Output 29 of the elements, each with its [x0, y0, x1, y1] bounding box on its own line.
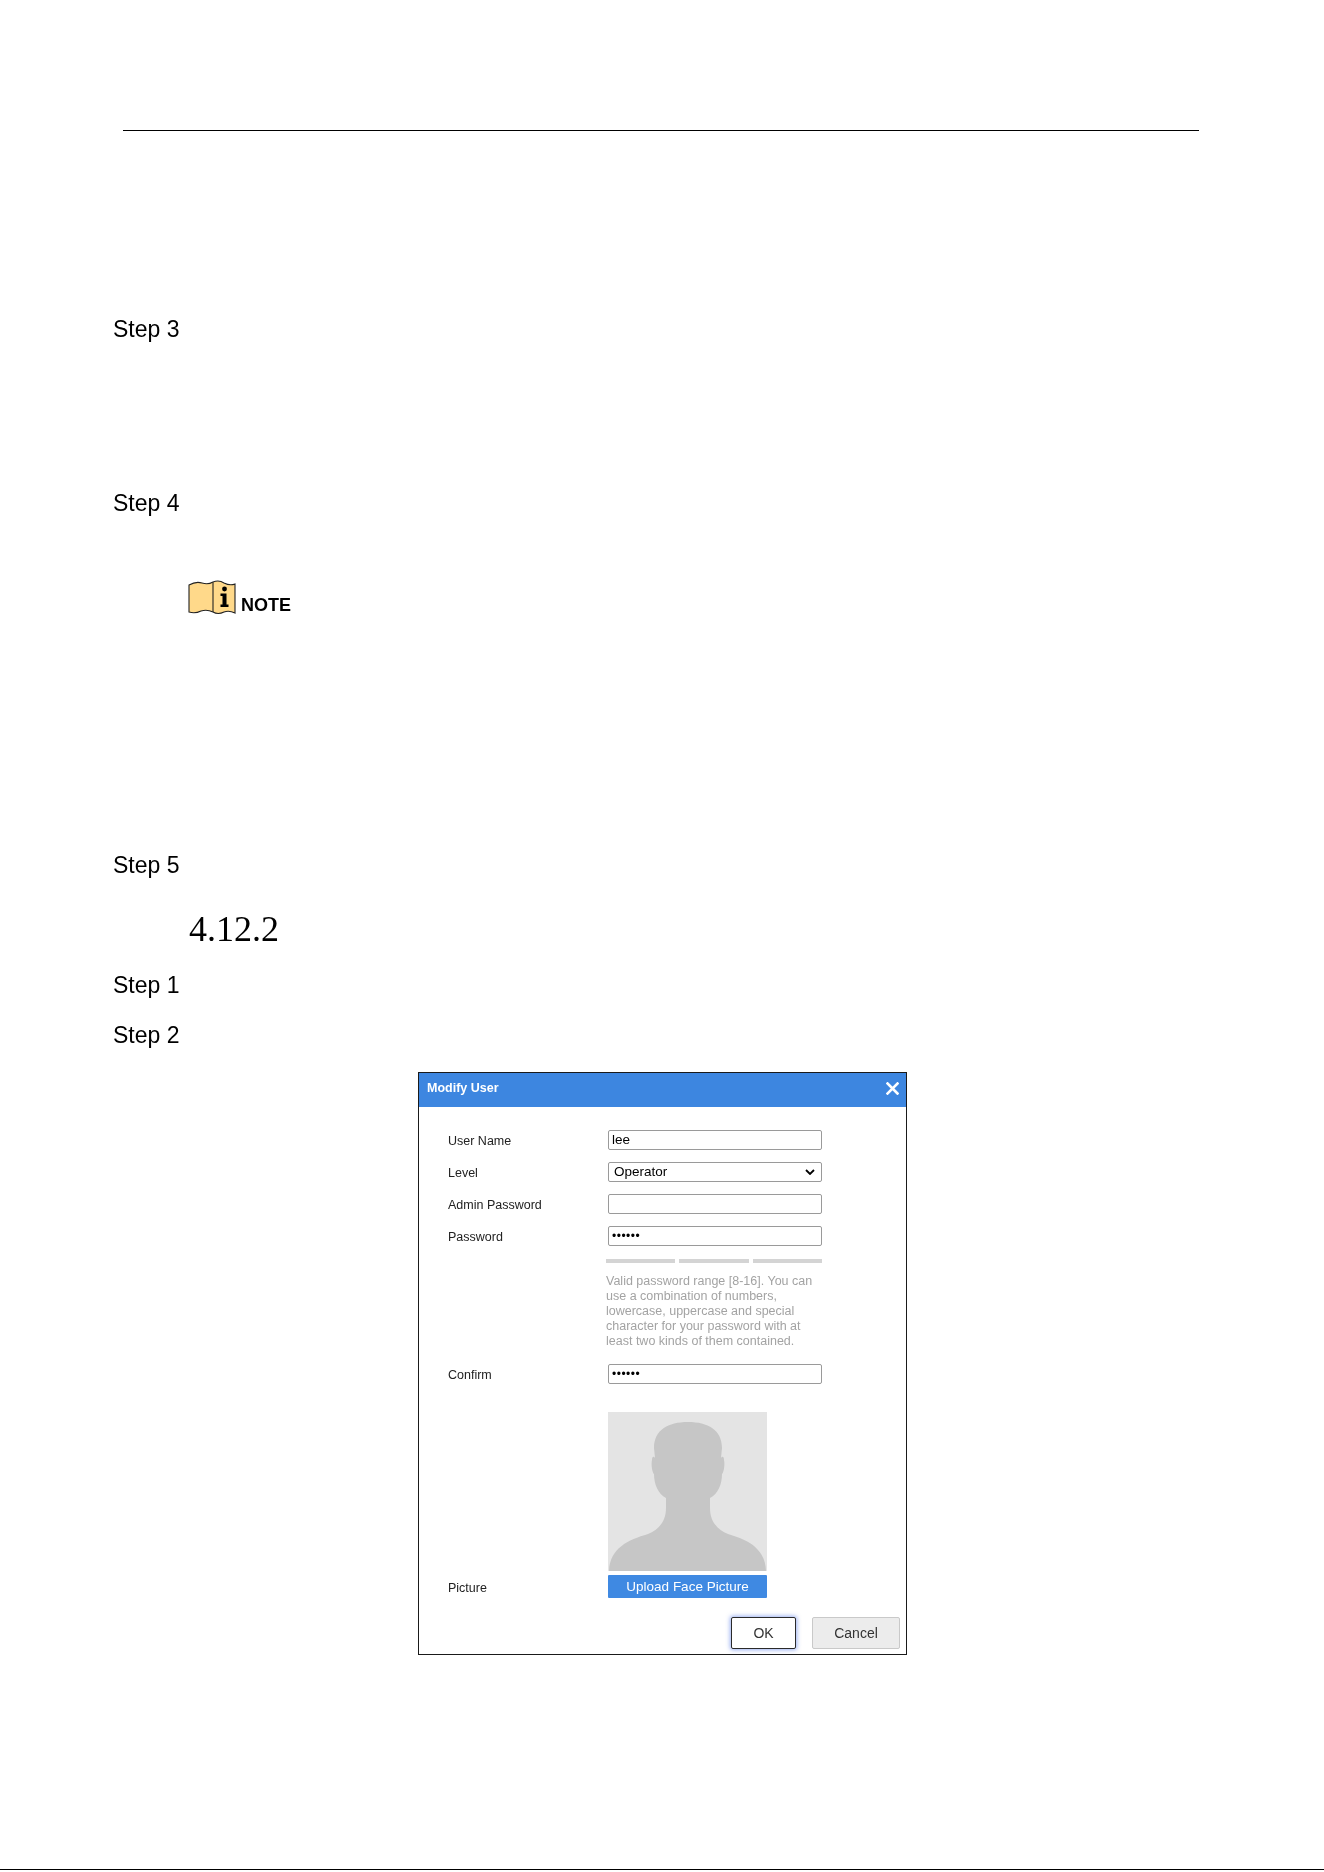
- chevron-down-icon: [805, 1169, 815, 1175]
- level-dropdown[interactable]: Operator: [608, 1162, 822, 1182]
- field-label: User Name: [448, 1133, 512, 1149]
- field-label: Admin Password: [448, 1197, 542, 1213]
- password-field[interactable]: ••••••: [608, 1226, 822, 1246]
- strength-bar-segment: [606, 1259, 676, 1263]
- strength-bar-segment: [679, 1259, 749, 1263]
- note-label: NOTE: [241, 596, 291, 614]
- strength-bar-segment: [752, 1259, 822, 1263]
- password-hint-text: Valid password range [8-16]. You can use a combination of numbers, lowercase, uppercase and special character for your password with at least two kinds of them contained.: [606, 1274, 814, 1349]
- field-label: Picture: [448, 1580, 487, 1596]
- step-label: Step 5: [113, 851, 180, 879]
- section-number: 4.12.2: [189, 908, 279, 951]
- book-info-icon: [188, 580, 236, 616]
- password-field[interactable]: [608, 1194, 822, 1214]
- field-label: Level: [448, 1165, 478, 1181]
- step-label: Step 2: [113, 1021, 180, 1049]
- field-label: Password: [448, 1229, 503, 1245]
- step-label: Step 3: [113, 315, 180, 343]
- text-field[interactable]: lee: [608, 1130, 822, 1150]
- dialog-button[interactable]: Cancel: [812, 1617, 900, 1649]
- step-label: Step 4: [113, 489, 180, 517]
- upload-button[interactable]: Upload Face Picture: [608, 1575, 767, 1598]
- field-label: Confirm: [448, 1367, 492, 1383]
- dialog-button[interactable]: OK: [731, 1617, 796, 1649]
- dialog-title: Modify User: [427, 1080, 499, 1096]
- password-field[interactable]: ••••••: [608, 1364, 822, 1384]
- step-label: Step 1: [113, 971, 180, 999]
- close-icon[interactable]: [886, 1081, 899, 1095]
